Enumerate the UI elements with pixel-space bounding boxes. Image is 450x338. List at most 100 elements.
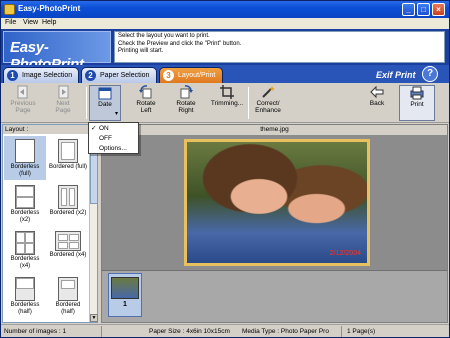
layout-thumbnail — [15, 277, 35, 301]
layout-label: (half) — [61, 308, 75, 315]
button-label: Correct/ — [256, 100, 280, 107]
status-divider — [101, 326, 102, 337]
page-number: 1 — [123, 301, 127, 308]
toolbar-separator — [248, 87, 249, 119]
tab-label: Image Selection — [22, 72, 73, 79]
layout-list: Borderless (full) Bordered (full) Border… — [3, 134, 89, 322]
layout-bordered-x2[interactable]: Bordered (x2) — [47, 182, 89, 226]
layout-thumbnail — [55, 231, 81, 251]
status-bar: Number of images : 1 Paper Size : 4x6in … — [1, 324, 449, 337]
layout-thumbnail — [15, 185, 35, 209]
date-menu-item-off[interactable]: OFF — [89, 134, 138, 143]
trimming-button[interactable]: Trimming... — [208, 85, 246, 121]
print-button[interactable]: Print — [399, 85, 435, 121]
logo-banner: Easy-PhotoPrint — [3, 31, 111, 73]
layout-thumbnail — [58, 185, 78, 209]
layout-label: (full) — [19, 170, 31, 177]
layout-bordered-x4[interactable]: Bordered (x4) — [47, 228, 89, 272]
tab-label: Paper Selection — [100, 72, 150, 79]
date-menu: ✓ ON OFF Options... — [88, 122, 139, 154]
status-media-type: Media Type : Photo Paper Pro — [242, 328, 329, 335]
status-page-count: 1 Page(s) — [347, 328, 376, 335]
message-line: Printing will start. — [118, 48, 164, 54]
rotate-right-icon — [180, 85, 193, 99]
menu-item-label: Options... — [99, 145, 127, 152]
date-menu-item-on[interactable]: ✓ ON — [89, 124, 138, 133]
tab-label: Layout/Print — [178, 72, 216, 79]
layout-borderless-x4[interactable]: Borderless (x4) — [4, 228, 46, 272]
layout-thumbnail — [15, 139, 35, 163]
instruction-message: Select the layout you want to print. Che… — [114, 31, 445, 63]
step-number: 2 — [85, 70, 96, 81]
photo-preview-frame[interactable]: 2/12/2004 — [184, 139, 370, 266]
layout-label: (x2) — [19, 216, 31, 223]
maximize-button[interactable]: □ — [417, 3, 430, 16]
minimize-button[interactable]: _ — [402, 3, 415, 16]
trimming-icon — [220, 85, 234, 99]
toolbar: Previous Page Next Page Date ▾ Rotate Le… — [1, 83, 449, 123]
status-image-count: Number of images : 1 — [4, 328, 67, 335]
layout-borderless-half[interactable]: Borderless (half) — [4, 274, 46, 318]
help-button[interactable]: ? — [422, 66, 438, 82]
tab-image-selection[interactable]: 1 Image Selection — [3, 67, 79, 83]
window-title: Easy-PhotoPrint — [18, 4, 81, 13]
date-button[interactable]: Date ▾ — [89, 85, 121, 121]
previous-page-button[interactable]: Previous Page — [7, 85, 39, 121]
menu-help[interactable]: Help — [42, 19, 56, 26]
next-page-button[interactable]: Next Page — [49, 85, 77, 121]
rotate-left-button[interactable]: Rotate Left — [129, 85, 163, 121]
button-label: Rotate — [136, 100, 156, 107]
printer-icon — [410, 86, 424, 100]
button-label: Previous — [10, 100, 36, 107]
menu-item-label: OFF — [99, 135, 112, 142]
rotate-right-button[interactable]: Rotate Right — [169, 85, 203, 121]
date-menu-item-options[interactable]: Options... — [89, 144, 138, 153]
chevron-down-icon: ▾ — [114, 111, 118, 117]
button-label: Left — [140, 107, 152, 114]
date-stamp: 2/12/2004 — [329, 250, 361, 257]
scroll-down-icon[interactable]: ▼ — [90, 314, 98, 322]
tab-paper-selection[interactable]: 2 Paper Selection — [81, 67, 157, 83]
button-label: Trimming... — [210, 100, 244, 107]
menu-bar: File View Help — [1, 18, 449, 29]
back-arrow-icon — [370, 85, 384, 99]
layout-borderless-x2[interactable]: Borderless (x2) — [4, 182, 46, 226]
layout-borderless-full[interactable]: Borderless (full) — [4, 136, 46, 180]
layout-label: (half) — [18, 308, 32, 315]
layout-scrollbar[interactable]: ▲ ▼ — [89, 134, 98, 322]
button-label: Rotate — [176, 100, 196, 107]
status-divider — [341, 326, 342, 337]
back-button[interactable]: Back — [361, 85, 393, 121]
layout-label: Bordered (x4) — [49, 252, 87, 258]
rotate-left-icon — [139, 85, 152, 99]
menu-view[interactable]: View — [23, 19, 38, 26]
button-label: Next — [56, 100, 70, 107]
close-button[interactable]: × — [432, 3, 445, 16]
app-header: Easy-PhotoPrint Select the layout you wa… — [1, 29, 449, 73]
menu-item-label: ON — [99, 125, 109, 132]
button-label: Print — [410, 101, 424, 108]
layout-label: (x4) — [19, 262, 31, 269]
layout-label: Bordered (x2) — [49, 210, 87, 216]
next-page-icon — [58, 85, 69, 99]
step-number: 1 — [7, 70, 18, 81]
calendar-icon — [98, 87, 112, 100]
step-tabs: 1 Image Selection 2 Paper Selection 3 La… — [1, 65, 449, 83]
tab-layout-print[interactable]: 3 Layout/Print — [159, 67, 223, 83]
button-label: Date — [98, 101, 112, 108]
layout-thumbnail — [15, 231, 35, 255]
preview-filename: theme.jpg — [102, 125, 447, 135]
button-label: Page — [15, 107, 31, 114]
layout-panel-title: Layout : — [3, 125, 97, 134]
layout-panel: Layout : Borderless (full) Bordered (ful… — [2, 124, 98, 323]
correct-enhance-button[interactable]: Correct/ Enhance — [251, 85, 285, 121]
layout-bordered-full[interactable]: Bordered (full) — [47, 136, 89, 180]
layout-bordered-half[interactable]: Bordered (half) — [47, 274, 89, 318]
layout-thumbnail — [58, 139, 78, 163]
step-number: 3 — [163, 70, 174, 81]
magic-wand-icon — [262, 86, 275, 98]
photo-preview: 2/12/2004 — [187, 142, 367, 263]
menu-file[interactable]: File — [5, 19, 16, 26]
button-label: Enhance — [255, 107, 281, 114]
page-thumbnail[interactable]: 1 — [108, 273, 142, 317]
